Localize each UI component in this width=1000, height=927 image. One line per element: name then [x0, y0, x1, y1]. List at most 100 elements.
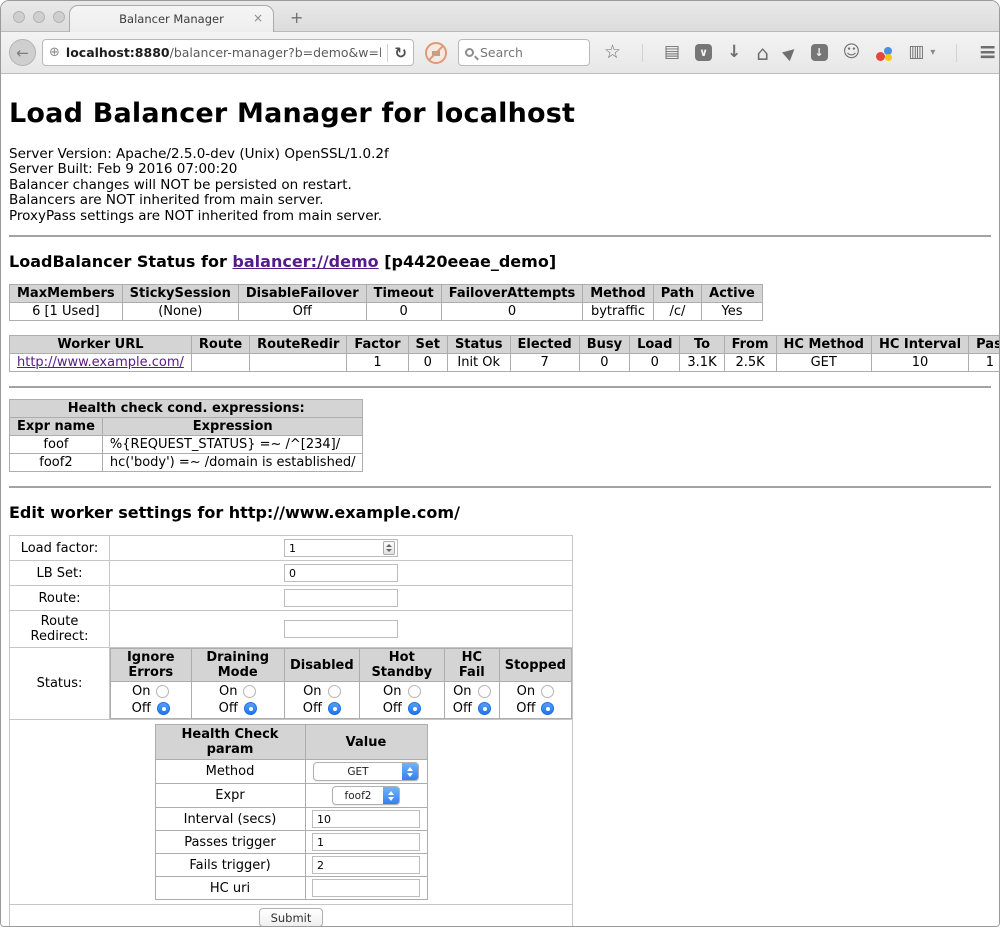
download-icon[interactable]: ↓ — [727, 44, 741, 61]
extension-colors-icon[interactable] — [875, 44, 893, 62]
home-icon[interactable]: ⌂ — [756, 43, 769, 63]
col-maxmembers: MaxMembers — [10, 285, 123, 303]
hc-fail-on-radio[interactable] — [478, 685, 491, 698]
hc-row-expr: Expr foof2 — [155, 784, 427, 808]
balancer-status-table: MaxMembers StickySession DisableFailover… — [9, 284, 763, 321]
reading-list-icon[interactable]: ▤ — [664, 44, 680, 61]
chevron-down-icon[interactable]: ▾ — [930, 47, 935, 58]
tab-close-icon[interactable]: × — [253, 11, 263, 25]
submit-button[interactable]: Submit — [259, 908, 324, 927]
ignore-errors-off-radio[interactable] — [157, 702, 170, 715]
draining-mode-on-radio[interactable] — [243, 685, 256, 698]
tab-balancer-manager[interactable]: Balancer Manager × — [69, 5, 274, 32]
cell-maxmembers: 6 [1 Used] — [10, 303, 123, 321]
cell-passes: 1 (0) — [969, 354, 999, 372]
cell-to: 3.1K — [680, 354, 724, 372]
stopped-off-radio[interactable] — [541, 702, 554, 715]
panel-download-icon[interactable]: ↓ — [811, 44, 828, 61]
on-label: On — [132, 684, 150, 699]
back-button[interactable]: ← — [9, 39, 36, 66]
proxypass-notice-line: ProxyPass settings are NOT inherited fro… — [9, 209, 991, 224]
radio-row: On Off On Off On Off — [111, 682, 572, 719]
col-path: Path — [653, 285, 701, 303]
search-icon — [465, 48, 474, 57]
route-redirect-label: Route Redirect: — [10, 611, 110, 648]
browser-window: Balancer Manager × + ← ⊕ localhost:8880/… — [0, 0, 1000, 927]
search-bar[interactable] — [458, 39, 590, 66]
tab-bar: Balancer Manager × + — [1, 1, 999, 32]
hc-uri-input[interactable] — [312, 879, 420, 897]
col-failoverattempts: FailoverAttempts — [441, 285, 583, 303]
hamburger-menu-icon[interactable]: ≡ — [978, 40, 995, 65]
cell-factor: 1 — [347, 354, 408, 372]
pocket-icon[interactable]: ∨ — [695, 44, 712, 61]
col-hc-method: HC Method — [776, 336, 871, 354]
off-label: Off — [453, 701, 472, 716]
stopped-on-radio[interactable] — [541, 685, 554, 698]
chat-smiley-icon[interactable]: ☺ — [843, 44, 861, 61]
search-input[interactable] — [480, 45, 570, 60]
draining-mode-radios: On Off — [191, 682, 285, 719]
form-row-lb-set: LB Set: — [10, 561, 573, 586]
window-close-button[interactable] — [13, 11, 25, 23]
cell-timeout: 0 — [366, 303, 441, 321]
passes-input[interactable] — [312, 833, 420, 851]
select-stepper-icon — [402, 762, 418, 781]
bookmark-star-icon[interactable]: ☆ — [604, 43, 621, 62]
disabled-off-radio[interactable] — [328, 702, 341, 715]
route-input[interactable] — [284, 589, 398, 607]
col-hc-value: Value — [305, 725, 427, 760]
method-select[interactable]: GET — [313, 762, 419, 781]
fails-input[interactable] — [312, 856, 420, 874]
send-icon[interactable]: ▶ — [781, 43, 800, 62]
cell-active: Yes — [702, 303, 763, 321]
load-factor-label: Load factor: — [10, 536, 110, 561]
on-label: On — [219, 684, 237, 699]
cell-expr-name: foof2 — [10, 454, 103, 472]
route-redirect-input[interactable] — [284, 620, 398, 638]
hot-standby-on-radio[interactable] — [408, 685, 421, 698]
col-stopped: Stopped — [499, 649, 571, 682]
draining-mode-off-radio[interactable] — [244, 702, 257, 715]
table-header-row: MaxMembers StickySession DisableFailover… — [10, 285, 763, 303]
cell-routeredir — [250, 354, 347, 372]
hc-row-fails: Fails trigger) — [155, 854, 427, 877]
adblock-icon[interactable] — [425, 42, 447, 64]
url-bar[interactable]: ⊕ localhost:8880/balancer-manager?b=demo… — [42, 39, 414, 66]
hot-standby-off-radio[interactable] — [408, 702, 421, 715]
number-stepper[interactable] — [383, 541, 395, 555]
disabled-radios: On Off — [285, 682, 360, 719]
col-expr-name: Expr name — [10, 418, 103, 436]
window-zoom-button[interactable] — [53, 11, 65, 23]
hc-fail-off-radio[interactable] — [478, 702, 491, 715]
ignore-errors-on-radio[interactable] — [156, 685, 169, 698]
cell-method: bytraffic — [583, 303, 653, 321]
reload-icon[interactable]: ↻ — [394, 44, 407, 62]
balancer-demo-link[interactable]: balancer://demo — [232, 252, 378, 271]
container-battery-icon[interactable]: ▥ — [908, 44, 924, 61]
hc-uri-label: HC uri — [155, 877, 305, 900]
cell-expression: %{REQUEST_STATUS} =~ /^[234]/ — [102, 436, 363, 454]
url-text[interactable]: localhost:8880/balancer-manager?b=demo&w… — [66, 45, 382, 60]
url-host: localhost:8880 — [66, 45, 170, 60]
disabled-on-radio[interactable] — [328, 685, 341, 698]
table-row: 6 [1 Used] (None) Off 0 0 bytraffic /c/ … — [10, 303, 763, 321]
expr-select[interactable]: foof2 — [332, 786, 400, 805]
new-tab-button[interactable]: + — [290, 8, 303, 27]
window-minimize-button[interactable] — [33, 11, 45, 23]
cell-status: Init Ok — [447, 354, 510, 372]
col-disablefailover: DisableFailover — [238, 285, 366, 303]
table-row: foof2 hc('body') =~ /domain is establish… — [10, 454, 363, 472]
cell-set: 0 — [408, 354, 447, 372]
col-timeout: Timeout — [366, 285, 441, 303]
load-factor-input[interactable] — [284, 539, 398, 557]
lb-set-input[interactable] — [284, 564, 398, 582]
table-title-row: Health check cond. expressions: — [10, 400, 363, 418]
worker-url-link[interactable]: http://www.example.com/ — [17, 355, 184, 370]
balancers-notice-line: Balancers are NOT inherited from main se… — [9, 193, 991, 208]
divider — [9, 235, 991, 237]
form-row-status: Status: Ignore Errors Draining Mode Disa… — [10, 648, 573, 720]
method-select-value: GET — [314, 766, 402, 778]
form-row-submit: Submit — [10, 905, 573, 927]
interval-input[interactable] — [312, 810, 420, 828]
